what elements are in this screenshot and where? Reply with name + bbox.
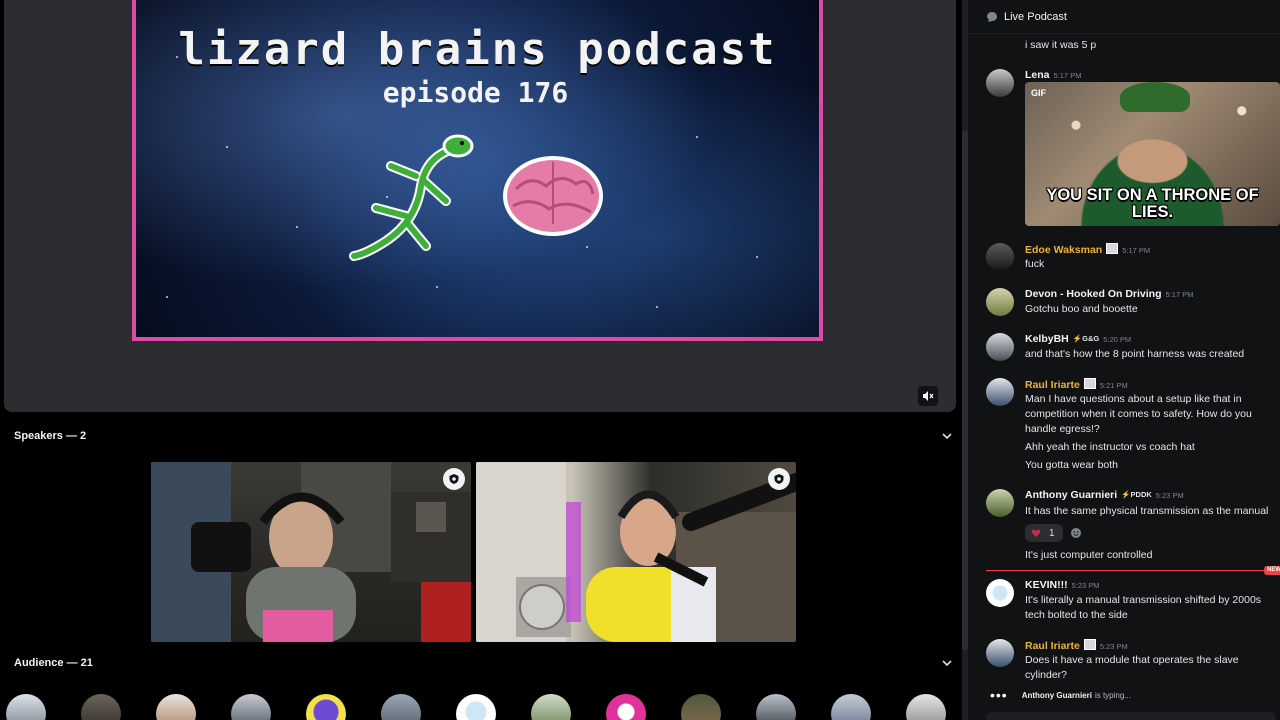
stage-area: lizard brains podcast episode 176 Speake… [0,0,968,720]
audience-avatar[interactable] [306,694,346,720]
username[interactable]: Raul Iriarte 5:23 PM [1025,639,1128,652]
brain-illustration [503,156,603,236]
server-tag-icon [1083,378,1096,389]
audience-avatar[interactable] [606,694,646,720]
username[interactable]: KEVIN!!! 5:23 PM [1025,579,1100,591]
audience-avatar[interactable] [831,694,871,720]
new-badge: NEW [1264,566,1280,575]
timestamp: 5:21 PM [1099,381,1128,390]
typing-user: Anthony Guarnieri [1021,690,1092,700]
heart-emoji-icon [1031,529,1041,537]
message-text: It's literally a manual transmission shi… [1025,594,1262,621]
audience-avatar[interactable] [906,694,946,720]
stream-video[interactable]: lizard brains podcast episode 176 [132,0,823,341]
typing-dots-icon: ••• [990,687,1008,703]
timestamp: 5:20 PM [1103,335,1132,344]
audience-section-header[interactable]: Audience — 21 [0,651,968,675]
username[interactable]: Lena 5:17 PM [1025,69,1081,81]
timestamp: 5:17 PM [1122,246,1151,255]
chevron-down-icon[interactable] [942,658,952,668]
message-text: Man I have questions about a setup like … [1025,393,1252,435]
message-text: Does it have a module that operates the … [1025,654,1239,681]
audience-avatar[interactable] [456,694,496,720]
avatar[interactable] [986,333,1014,361]
audience-avatar[interactable] [156,694,196,720]
avatar[interactable] [986,243,1014,271]
reaction-count: 1 [1049,527,1055,539]
message-text: Gotchu boo and booette [1025,303,1138,315]
message-text: Ahh yeah the instructor vs coach hat [1025,441,1195,453]
role-badge: ⚡PDDK [1121,490,1152,499]
smiley-icon [1071,528,1081,538]
avatar[interactable] [986,69,1014,97]
chat-title: Live Podcast [1004,10,1067,23]
message-text: i saw it was 5 p [1025,39,1097,51]
message-text: and that's how the 8 point harness was c… [1025,348,1245,360]
server-tag-icon [1083,639,1096,650]
speakers-section-header[interactable]: Speakers — 2 [0,424,968,448]
speaker-video-tile[interactable] [151,462,471,642]
timestamp: 5:23 PM [1099,642,1128,651]
audience-avatar[interactable] [6,694,46,720]
avatar[interactable] [986,639,1014,667]
lizard-illustration [349,134,474,261]
timestamp: 5:17 PM [1053,71,1082,80]
shield-icon [449,474,459,484]
username[interactable]: Anthony Guarnieri ⚡PDDK 5:23 PM [1025,489,1184,501]
shield-icon [774,474,784,484]
stream-title: lizard brains podcast [178,24,777,75]
reaction-pill[interactable]: 1 [1025,524,1063,542]
speaker-video-1 [151,462,471,642]
username[interactable]: Edoe Waksman 5:17 PM [1025,243,1150,256]
message-text: fuck [1025,258,1045,270]
chat-panel: Live Podcast i saw it was 5 p Lena 5:17 P… [968,0,1280,720]
typing-suffix: is typing... [1094,690,1131,700]
audience-avatar[interactable] [531,694,571,720]
username[interactable]: KelbyBH ⚡G&G 5:20 PM [1025,333,1131,345]
avatar[interactable] [986,579,1014,607]
speaker-muted-icon [923,391,934,401]
timestamp: 5:17 PM [1165,290,1194,299]
audience-avatar[interactable] [381,694,421,720]
audience-label: Audience — 21 [14,657,93,669]
username[interactable]: Devon - Hooked On Driving 5:17 PM [1025,288,1193,300]
stream-panel[interactable]: lizard brains podcast episode 176 [4,0,956,412]
new-messages-divider [986,570,1280,571]
audience-list [0,694,968,720]
message-text: It's just computer controlled [1025,549,1153,561]
gif-badge: GIF [1031,88,1046,98]
message-text: It has the same physical transmission as… [1025,505,1269,517]
speaker-shield-button[interactable] [768,468,790,490]
add-reaction-button[interactable] [1068,525,1084,541]
chevron-down-icon[interactable] [942,431,952,441]
timestamp: 5:23 PM [1071,581,1100,590]
speaker-video-tile[interactable] [476,462,796,642]
mute-button[interactable] [918,386,938,406]
gif-attachment[interactable]: GIF YOU SIT ON A THRONE OF LIES. [1025,82,1280,226]
speech-bubble-icon [987,11,997,22]
stream-episode: episode 176 [382,76,569,109]
chat-header: Live Podcast [968,0,1280,34]
speakers-label: Speakers — 2 [14,430,87,442]
server-tag-icon [1106,243,1119,254]
username[interactable]: Raul Iriarte 5:21 PM [1025,378,1128,391]
audience-avatar[interactable] [231,694,271,720]
avatar[interactable] [986,288,1014,316]
audience-avatar[interactable] [81,694,121,720]
message-text: You gotta wear both [1025,459,1119,471]
typing-indicator: ••• Anthony Guarnieri is typing... [990,687,1131,703]
role-badge: ⚡G&G [1072,334,1100,343]
audience-avatar[interactable] [681,694,721,720]
gif-caption: YOU SIT ON A THRONE OF LIES. [1046,186,1259,221]
audience-avatar[interactable] [756,694,796,720]
speaker-video-2 [476,462,796,642]
avatar[interactable] [986,378,1014,406]
chat-message-input[interactable] [986,712,1276,720]
timestamp: 5:23 PM [1155,491,1184,500]
avatar[interactable] [986,489,1014,517]
speaker-shield-button[interactable] [443,468,465,490]
